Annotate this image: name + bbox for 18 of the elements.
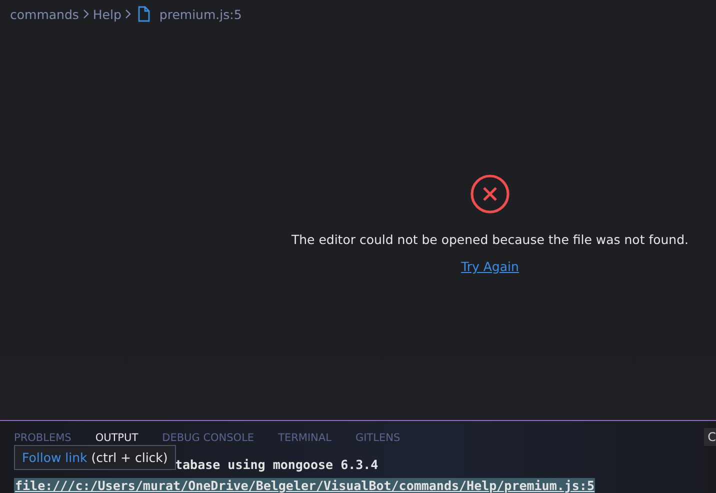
follow-link[interactable]: Follow link	[22, 450, 88, 465]
error-message: The editor could not be opened because the file was not found.	[291, 232, 688, 247]
chevron-icon	[82, 9, 89, 19]
error-icon	[469, 173, 511, 215]
try-again-link[interactable]: Try Again	[461, 259, 519, 274]
panel-tab[interactable]: OUTPUT	[95, 432, 138, 446]
chevron-icon	[125, 9, 132, 19]
breadcrumb-item[interactable]: commands	[10, 6, 79, 22]
breadcrumb-item[interactable]: premium.js:5	[159, 6, 242, 22]
panel-tab[interactable]: TERMINAL	[278, 432, 332, 446]
panel-tab[interactable]: DEBUG CONSOLE	[162, 432, 254, 446]
breadcrumb-item[interactable]: Help	[92, 6, 122, 22]
file-icon	[137, 6, 152, 22]
panel-button[interactable]: C	[704, 428, 716, 446]
shortcut-hint: (ctrl + click)	[91, 450, 168, 465]
output-line: tabase using mongoose 6.3.4	[174, 457, 380, 472]
panel-tab[interactable]: PROBLEMS	[14, 432, 72, 446]
panel-tab[interactable]: GITLENS	[355, 432, 400, 446]
